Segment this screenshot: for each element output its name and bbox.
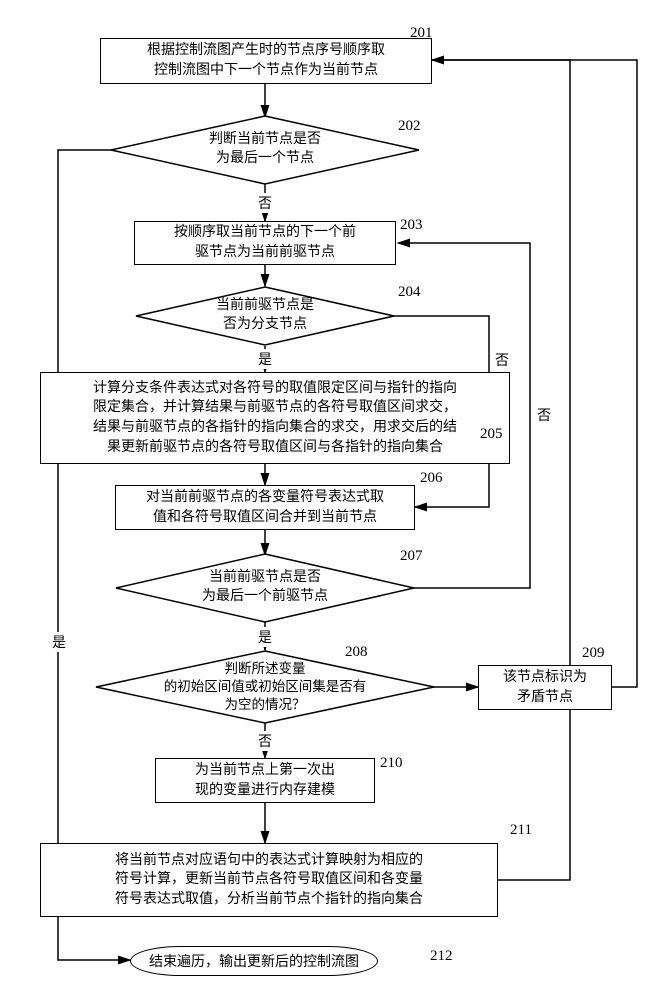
node-205: 计算分支条件表达式对各符号的取值限定区间与指针的指向限定集合，并计算结果与前驱节… (40, 372, 510, 464)
node-210: 为当前节点上第一次出现的变量进行内存建模 (155, 758, 375, 803)
label-201: 201 (410, 25, 433, 42)
label-210: 210 (380, 755, 403, 772)
label-204: 204 (398, 284, 421, 301)
node-208-text: 判断所述变量的初始区间值或初始区间集是否有为空的情况？ (156, 660, 375, 715)
node-205-text: 计算分支条件表达式对各符号的取值限定区间与指针的指向限定集合，并计算结果与前驱节… (93, 379, 457, 457)
edge-208-210-no: 否 (256, 731, 274, 751)
label-206: 206 (420, 470, 443, 487)
node-207-text: 当前前驱节点是否为最后一个前驱节点 (194, 569, 336, 607)
node-211-text: 将当前节点对应语句中的表达式计算映射为相应的符号计算，更新当前节点各符号取值区间… (115, 851, 423, 910)
node-208: 判断所述变量的初始区间值或初始区间集是否有为空的情况？ (95, 650, 435, 724)
node-202-text: 判断当前节点是否为最后一个节点 (201, 131, 329, 169)
node-202: 判断当前节点是否为最后一个节点 (110, 115, 420, 185)
node-212: 结束遍历，输出更新后的控制流图 (130, 946, 378, 976)
node-201-text: 根据控制流图产生时的节点序号顺序取控制流图中下一个节点作为当前节点 (147, 41, 385, 80)
edge-207-208-yes: 是 (256, 627, 274, 647)
flowchart-canvas: 根据控制流图产生时的节点序号顺序取控制流图中下一个节点作为当前节点 201 判断… (0, 0, 661, 1000)
edge-207-203-no: 否 (535, 405, 553, 425)
node-209-text: 该节点标识为矛盾节点 (503, 668, 587, 707)
edge-202-203-no: 否 (256, 193, 274, 213)
node-206: 对当前前驱节点的各变量符号表达式取值和各符号取值区间合并到当前节点 (115, 485, 415, 530)
edge-204-206-no: 否 (493, 350, 511, 370)
label-211: 211 (510, 822, 532, 839)
node-203: 按顺序取当前节点的下一个前驱节点为当前前驱节点 (134, 221, 396, 265)
label-209: 209 (582, 645, 605, 662)
node-212-text: 结束遍历，输出更新后的控制流图 (149, 951, 359, 971)
node-201: 根据控制流图产生时的节点序号顺序取控制流图中下一个节点作为当前节点 (100, 38, 432, 84)
node-209: 该节点标识为矛盾节点 (478, 665, 612, 710)
label-205: 205 (480, 426, 503, 443)
label-203: 203 (400, 217, 423, 234)
node-207: 当前前驱节点是否为最后一个前驱节点 (115, 553, 415, 623)
node-206-text: 对当前前驱节点的各变量符号表达式取值和各符号取值区间合并到当前节点 (146, 488, 384, 527)
node-211: 将当前节点对应语句中的表达式计算映射为相应的符号计算，更新当前节点各符号取值区间… (40, 843, 498, 917)
node-204: 当前前驱节点是否为分支节点 (135, 286, 395, 346)
node-210-text: 为当前节点上第一次出现的变量进行内存建模 (195, 761, 335, 800)
edge-204-205-yes: 是 (256, 349, 274, 369)
edge-202-212-yes: 是 (50, 632, 68, 652)
label-212: 212 (430, 948, 453, 965)
node-204-text: 当前前驱节点是否为分支节点 (208, 297, 322, 335)
node-203-text: 按顺序取当前节点的下一个前驱节点为当前前驱节点 (174, 223, 356, 262)
